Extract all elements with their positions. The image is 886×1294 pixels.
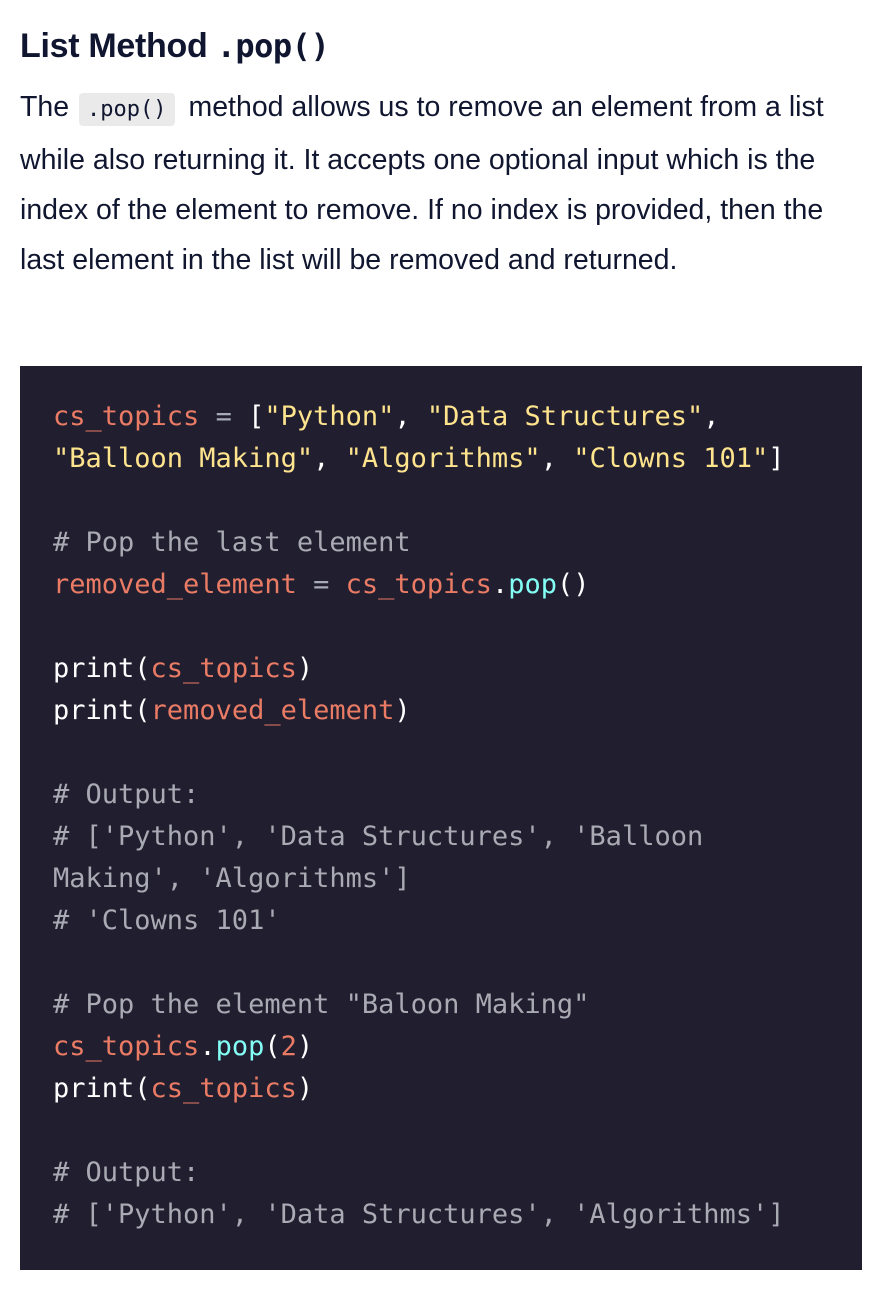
code-token: = (296, 569, 346, 600)
code-comment: # Output: (53, 1157, 200, 1188)
code-line-13: # 'Clowns 101' (53, 900, 862, 942)
code-line-4: # Pop the last element (53, 522, 862, 564)
code-line-5: removed_element = cs_topics.pop() (53, 564, 862, 606)
code-token: . (491, 569, 509, 600)
code-token: removed_element (150, 695, 395, 726)
code-block: cs_topics = ["Python", "Data Structures"… (20, 366, 862, 1270)
code-token: "Balloon Making" (53, 443, 314, 474)
description-paragraph: The .pop() method allows us to remove an… (20, 82, 870, 285)
code-token: "Clowns 101" (573, 443, 769, 474)
code-token: pop (215, 1031, 265, 1062)
code-token: ) (394, 695, 411, 726)
code-comment: Making', 'Algorithms'] (53, 863, 411, 894)
code-token: . (199, 1031, 216, 1062)
code-line-16: cs_topics.pop(2) (53, 1026, 862, 1068)
code-token: , (703, 401, 720, 432)
code-token: () (556, 569, 590, 600)
code-line-20: # ['Python', 'Data Structures', 'Algorit… (53, 1194, 862, 1236)
code-comment: # ['Python', 'Data Structures', 'Algorit… (53, 1199, 785, 1230)
code-token: cs_topics (150, 1073, 297, 1104)
code-line-2: "Balloon Making", "Algorithms", "Clowns … (53, 438, 862, 480)
code-token: print (53, 653, 135, 684)
code-token: ( (264, 1031, 281, 1062)
code-token: 2 (280, 1031, 297, 1062)
code-token: , (394, 401, 427, 432)
code-line-15: # Pop the element "Baloon Making" (53, 984, 862, 1026)
code-token: "Python" (264, 401, 395, 432)
code-token: , (540, 443, 574, 474)
code-token: ) (296, 653, 314, 684)
code-token: print (53, 695, 135, 726)
code-comment: # Output: (53, 779, 200, 810)
code-comment: # Pop the element "Baloon Making" (53, 989, 590, 1020)
code-comment: # ['Python', 'Data Structures', 'Balloon (53, 821, 704, 852)
section-heading: List Method .pop() (20, 0, 862, 70)
code-token: ( (134, 1073, 151, 1104)
code-token: ) (296, 1031, 314, 1062)
heading-code: .pop() (216, 27, 330, 65)
code-token: [ (248, 401, 265, 432)
code-token: removed_element (53, 569, 297, 600)
code-line-1: cs_topics = ["Python", "Data Structures"… (53, 396, 862, 438)
heading-text: List Method (20, 27, 217, 65)
inline-code: .pop() (79, 93, 175, 126)
code-token: cs_topics (345, 569, 492, 600)
code-comment: # Pop the last element (53, 527, 411, 558)
code-line-10: # Output: (53, 774, 862, 816)
code-line-8: print(removed_element) (53, 690, 862, 732)
code-token: "Algorithms" (345, 443, 541, 474)
code-token: ( (134, 695, 151, 726)
code-token: ] (768, 443, 785, 474)
code-token: pop (508, 569, 557, 600)
code-token: ) (296, 1073, 314, 1104)
code-comment: # 'Clowns 101' (53, 905, 281, 936)
code-token: cs_topics (53, 1031, 200, 1062)
code-line-19: # Output: (53, 1152, 862, 1194)
article-section: List Method .pop() The .pop() method all… (20, 0, 862, 1270)
code-token: ( (134, 653, 151, 684)
code-token: = (199, 401, 249, 432)
code-token: , (313, 443, 346, 474)
code-token: "Data Structures" (426, 401, 704, 432)
code-token: cs_topics (150, 653, 297, 684)
code-token: print (53, 1073, 135, 1104)
code-line-17: print(cs_topics) (53, 1068, 862, 1110)
description-text-start: The (20, 91, 70, 123)
code-line-11: # ['Python', 'Data Structures', 'Balloon (53, 816, 862, 858)
code-line-7: print(cs_topics) (53, 648, 862, 690)
code-line-12: Making', 'Algorithms'] (53, 858, 862, 900)
code-token: cs_topics (53, 401, 200, 432)
